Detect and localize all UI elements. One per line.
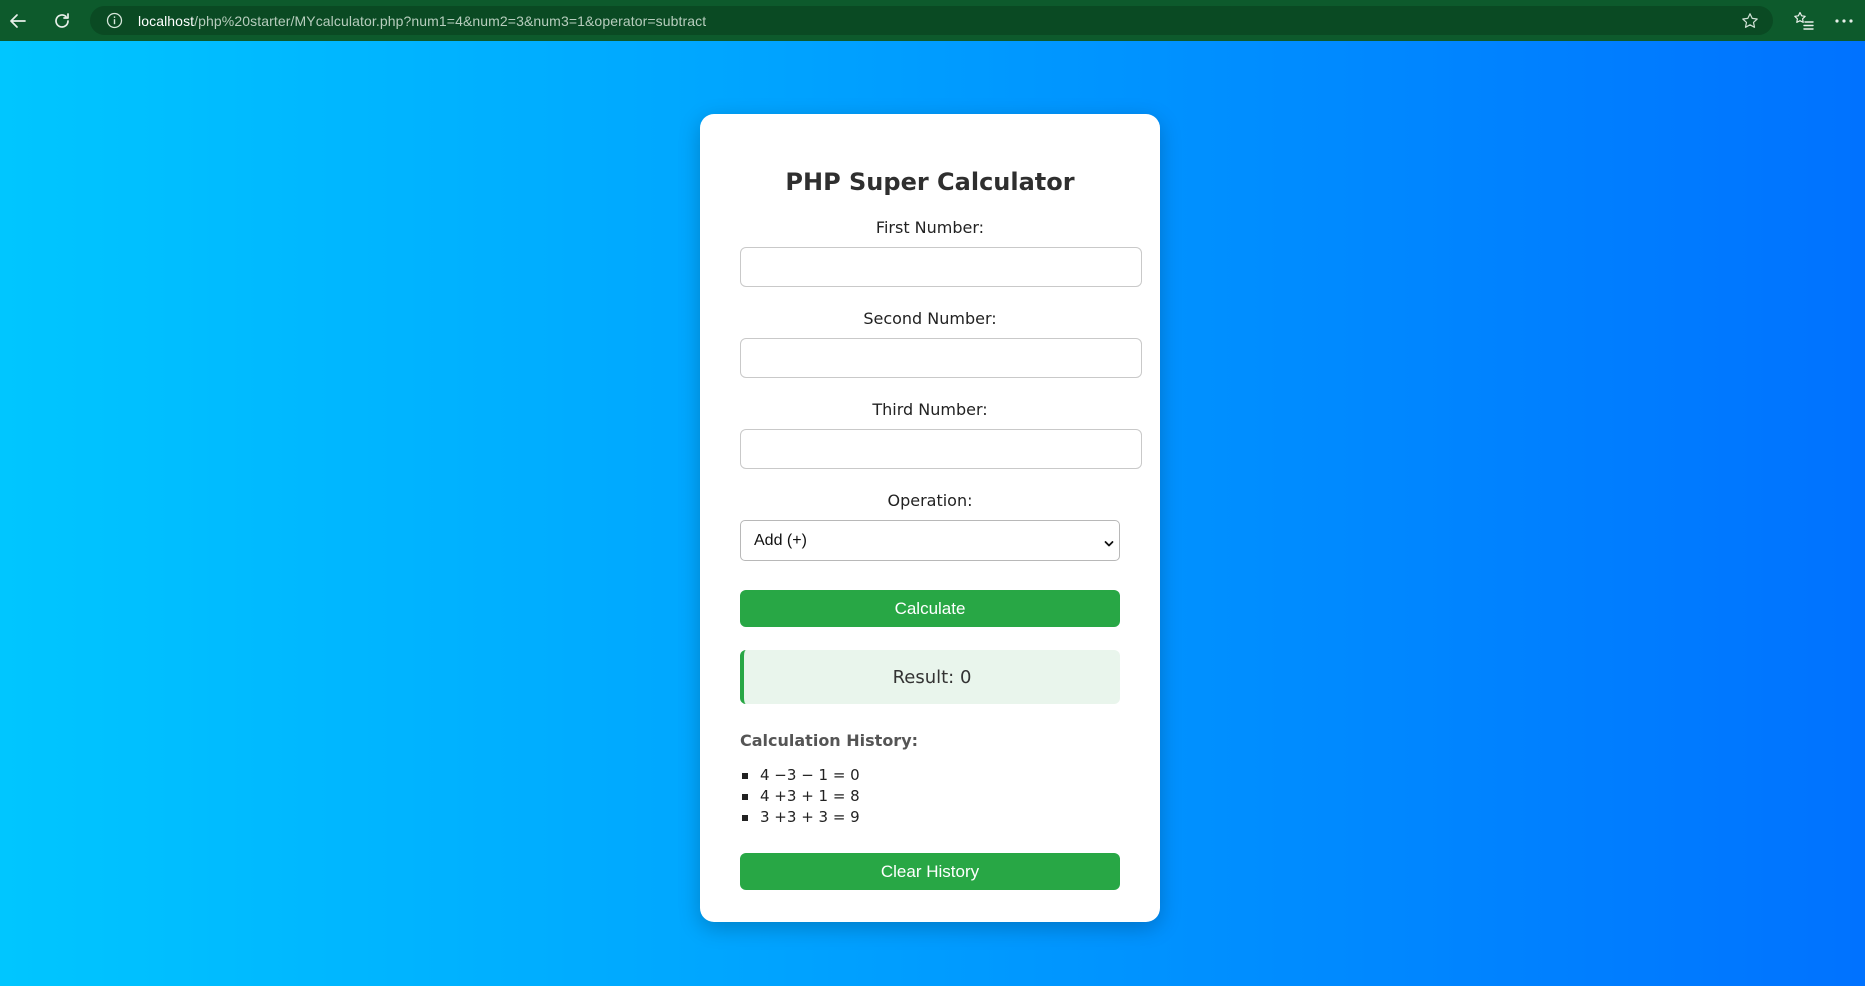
url-path: /php%20starter/MYcalculator.php?num1=4&n…	[194, 13, 707, 29]
address-bar[interactable]: localhost/php%20starter/MYcalculator.php…	[90, 6, 1773, 35]
favorites-list-icon[interactable]	[1793, 10, 1815, 32]
favorite-star-icon[interactable]	[1741, 12, 1759, 30]
history-item-text: 3 +3 + 3 = 9	[760, 808, 860, 826]
url-text[interactable]: localhost/php%20starter/MYcalculator.php…	[138, 13, 706, 29]
bullet-icon	[742, 794, 748, 800]
second-number-input[interactable]	[740, 338, 1142, 378]
history-item: 4 −3 − 1 = 0	[740, 765, 860, 786]
first-number-label: First Number:	[875, 218, 985, 237]
chevron-down-icon	[1104, 536, 1114, 547]
browser-toolbar: localhost/php%20starter/MYcalculator.php…	[0, 0, 1865, 41]
url-host: localhost	[138, 13, 195, 29]
third-number-label: Third Number:	[872, 400, 988, 419]
operation-select[interactable]: Add (+)	[740, 520, 1120, 561]
more-options-icon[interactable]	[1832, 10, 1856, 32]
history-item: 3 +3 + 3 = 9	[740, 807, 860, 828]
clear-history-button[interactable]: Clear History	[740, 853, 1120, 890]
operation-label: Operation:	[887, 491, 973, 510]
first-number-input[interactable]	[740, 247, 1142, 287]
history-item: 4 +3 + 1 = 8	[740, 786, 860, 807]
site-info-icon[interactable]	[106, 12, 123, 29]
page-background: PHP Super Calculator First Number: Secon…	[0, 41, 1865, 986]
history-item-text: 4 −3 − 1 = 0	[760, 766, 860, 784]
result-box: Result: 0	[740, 650, 1120, 704]
operation-selected-value: Add (+)	[754, 531, 807, 549]
back-arrow-icon[interactable]	[6, 9, 30, 33]
history-item-text: 4 +3 + 1 = 8	[760, 787, 860, 805]
reload-icon[interactable]	[50, 9, 74, 33]
calculate-button[interactable]: Calculate	[740, 590, 1120, 627]
calculator-card: PHP Super Calculator First Number: Secon…	[700, 114, 1160, 922]
second-number-label: Second Number:	[863, 309, 997, 328]
history-list: 4 −3 − 1 = 0 4 +3 + 1 = 8 3 +3 + 3 = 9	[740, 765, 860, 828]
bullet-icon	[742, 773, 748, 779]
history-title: Calculation History:	[740, 731, 919, 750]
page-title: PHP Super Calculator	[785, 168, 1075, 196]
bullet-icon	[742, 815, 748, 821]
third-number-input[interactable]	[740, 429, 1142, 469]
